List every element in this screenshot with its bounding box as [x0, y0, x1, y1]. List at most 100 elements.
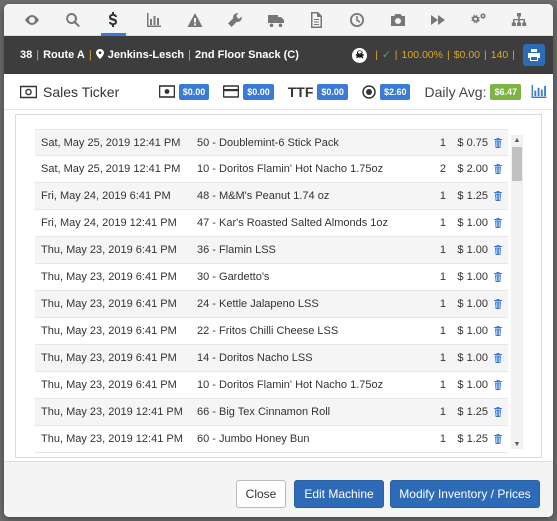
- sales-ticker-title: Sales Ticker: [20, 84, 145, 100]
- sale-price: $ 1.00: [457, 352, 488, 364]
- status-amount: $0.00: [453, 49, 480, 61]
- toolbar-tab-sitemap[interactable]: [499, 4, 540, 36]
- sales-ticker-header: Sales Ticker $0.00 $0.00 TTF $0.00 $2.60…: [4, 74, 553, 110]
- trash-icon: [494, 326, 502, 336]
- sale-date: Sat, May 25, 2019 12:41 PM: [41, 136, 181, 149]
- clock-icon: [350, 12, 365, 27]
- route-name: Route A: [43, 49, 85, 61]
- toolbar-tab-truck[interactable]: [256, 4, 297, 36]
- sale-product: 22 - Fritos Chilli Cheese LSS: [197, 325, 339, 337]
- toolbar-tab-warning[interactable]: [174, 4, 215, 36]
- sale-quantity: 2: [439, 163, 446, 175]
- trash-icon: [494, 434, 502, 444]
- sale-date: Fri, May 24, 2019 6:41 PM: [41, 190, 171, 202]
- trash-icon: [494, 272, 502, 282]
- trash-icon: [494, 245, 502, 255]
- cash-icon: [20, 85, 37, 98]
- icon-toolbar: [4, 4, 553, 36]
- trash-icon: [494, 380, 502, 390]
- modal-footer: Close Edit Machine Modify Inventory / Pr…: [4, 461, 553, 517]
- sale-product: 48 - M&M's Peanut 1.74 oz: [197, 190, 330, 202]
- toolbar-tab-clock[interactable]: [337, 4, 378, 36]
- toolbar-tab-dollar[interactable]: [93, 4, 134, 36]
- sale-date: Thu, May 23, 2019 6:41 PM: [41, 298, 177, 310]
- edit-machine-button[interactable]: Edit Machine: [294, 480, 384, 508]
- toolbar-tab-gears[interactable]: [459, 4, 500, 36]
- toolbar-tab-eye[interactable]: [12, 4, 53, 36]
- daily-avg-badge: $6.47: [490, 83, 521, 100]
- sale-date: Thu, May 23, 2019 12:41 PM: [41, 406, 183, 418]
- coin-metric: $2.60: [362, 83, 411, 100]
- map-pin-icon: [95, 48, 104, 62]
- machine-info-bar: 38 | Route A | Jenkins-Lesch | 2nd Floor…: [4, 36, 553, 74]
- sale-row: Sat, May 25, 2019 12:41 PM 10 - Doritos F…: [35, 156, 508, 183]
- daily-avg-label: Daily Avg:: [424, 83, 487, 100]
- close-button[interactable]: Close: [236, 480, 286, 508]
- sale-product: 10 - Doritos Flamin' Hot Nacho 1.75oz: [197, 379, 384, 391]
- bar-chart-icon[interactable]: [531, 85, 547, 98]
- breadcrumb: 38 | Route A | Jenkins-Lesch | 2nd Floor…: [20, 48, 299, 62]
- sale-row: Thu, May 23, 2019 6:41 PM 24 - Kettle Jal…: [35, 291, 508, 318]
- sale-price: $ 0.75: [457, 136, 488, 149]
- machine-id: 38: [20, 49, 33, 61]
- ttf-metric: TTF $0.00: [288, 83, 348, 100]
- print-icon: [528, 49, 540, 61]
- trash-icon: [494, 137, 502, 148]
- delete-sale-button[interactable]: [488, 407, 508, 417]
- card-metric: $0.00: [223, 83, 274, 100]
- scroll-up-arrow[interactable]: ▲: [511, 135, 523, 145]
- toolbar-tab-wrench[interactable]: [215, 4, 256, 36]
- scroll-thumb[interactable]: [512, 147, 522, 181]
- sale-quantity: 1: [439, 325, 446, 337]
- sale-row: Sat, May 25, 2019 12:41 PM 50 - Doublemin…: [35, 129, 508, 156]
- search-icon: [66, 12, 80, 27]
- sale-quantity: 1: [439, 298, 446, 310]
- sale-quantity: 1: [439, 244, 446, 256]
- delete-sale-button[interactable]: [488, 218, 508, 228]
- sale-price: $ 1.00: [457, 244, 488, 256]
- eye-icon: [25, 14, 40, 25]
- delete-sale-button[interactable]: [488, 434, 508, 444]
- scrollbar[interactable]: ▲ ▼: [511, 135, 523, 449]
- print-button[interactable]: [523, 44, 545, 66]
- delete-sale-button[interactable]: [488, 137, 508, 148]
- sale-row: Thu, May 23, 2019 6:41 PM 30 - Gardetto's…: [35, 264, 508, 291]
- toolbar-tab-fast-forward[interactable]: [418, 4, 459, 36]
- skull-icon: ☠: [352, 47, 368, 63]
- delete-sale-button[interactable]: [488, 353, 508, 363]
- sale-quantity: 1: [439, 379, 446, 391]
- location-name: Jenkins-Lesch: [107, 49, 185, 61]
- daily-average: Daily Avg: $6.47: [424, 83, 547, 100]
- sale-quantity: 1: [439, 352, 446, 364]
- sale-date: Thu, May 23, 2019 6:41 PM: [41, 271, 177, 283]
- delete-sale-button[interactable]: [488, 245, 508, 255]
- delete-sale-button[interactable]: [488, 164, 508, 174]
- toolbar-tab-search[interactable]: [53, 4, 94, 36]
- sale-price: $ 1.00: [457, 298, 488, 310]
- sale-price: $ 2.00: [457, 163, 488, 175]
- sale-quantity: 1: [439, 433, 446, 445]
- toolbar-tab-document[interactable]: [296, 4, 337, 36]
- toolbar-tab-bar-chart[interactable]: [134, 4, 175, 36]
- sale-row: Fri, May 24, 2019 6:41 PM 48 - M&M's Pean…: [35, 183, 508, 210]
- sale-price: $ 1.00: [457, 271, 488, 283]
- sale-product: 50 - Doublemint-6 Stick Pack: [197, 136, 339, 149]
- sale-row: Thu, May 23, 2019 12:41 PM 66 - Big Tex C…: [35, 399, 508, 426]
- card-badge: $0.00: [243, 83, 274, 100]
- sale-date: Thu, May 23, 2019 6:41 PM: [41, 325, 177, 337]
- coin-badge: $2.60: [379, 83, 411, 100]
- scroll-down-arrow[interactable]: ▼: [511, 439, 523, 449]
- modify-inventory-button[interactable]: Modify Inventory / Prices: [390, 480, 540, 508]
- delete-sale-button[interactable]: [488, 191, 508, 201]
- sale-product: 36 - Flamin LSS: [197, 244, 276, 256]
- sale-row: Thu, May 23, 2019 6:41 PM 22 - Fritos Chi…: [35, 318, 508, 345]
- delete-sale-button[interactable]: [488, 299, 508, 309]
- delete-sale-button[interactable]: [488, 272, 508, 282]
- toolbar-tab-camera[interactable]: [377, 4, 418, 36]
- delete-sale-button[interactable]: [488, 380, 508, 390]
- sale-product: 10 - Doritos Flamin' Hot Nacho 1.75oz: [197, 163, 384, 175]
- sale-row: Thu, May 23, 2019 6:41 PM 36 - Flamin LSS…: [35, 237, 508, 264]
- delete-sale-button[interactable]: [488, 326, 508, 336]
- sale-date: Thu, May 23, 2019 6:41 PM: [41, 352, 177, 364]
- sales-ticker-modal: 38 | Route A | Jenkins-Lesch | 2nd Floor…: [4, 4, 553, 517]
